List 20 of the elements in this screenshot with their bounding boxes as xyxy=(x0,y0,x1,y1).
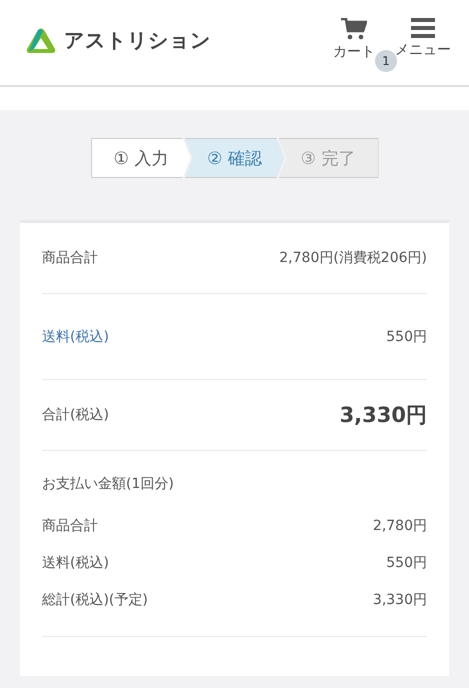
total-amount: 3,330円 xyxy=(340,402,427,429)
cart-button[interactable]: カート xyxy=(333,18,375,61)
row-label: 商品合計 xyxy=(42,516,98,534)
cart-icon xyxy=(341,18,367,40)
row-label: 商品合計 xyxy=(42,249,98,267)
menu-button[interactable]: メニュー xyxy=(395,18,451,59)
logo-text: アストリション xyxy=(64,27,211,54)
row-label: 送料(税込) xyxy=(42,554,109,572)
shipping-link[interactable]: 送料(税込) xyxy=(42,328,109,346)
row-label: 総計(税込)(予定) xyxy=(42,590,148,608)
section-title: お支払い金額(1回分) xyxy=(42,475,175,493)
row-value: 2,780円(消費税206円) xyxy=(279,249,427,267)
row-value: 550円 xyxy=(386,554,427,572)
logo-icon xyxy=(26,28,56,54)
row-value: 3,330円 xyxy=(372,590,427,608)
row-value: 2,780円 xyxy=(372,516,427,534)
row-label: 合計(税込) xyxy=(42,406,109,424)
row-value: 550円 xyxy=(386,328,427,346)
cart-count-badge: 1 xyxy=(375,50,397,72)
menu-icon xyxy=(411,18,435,38)
